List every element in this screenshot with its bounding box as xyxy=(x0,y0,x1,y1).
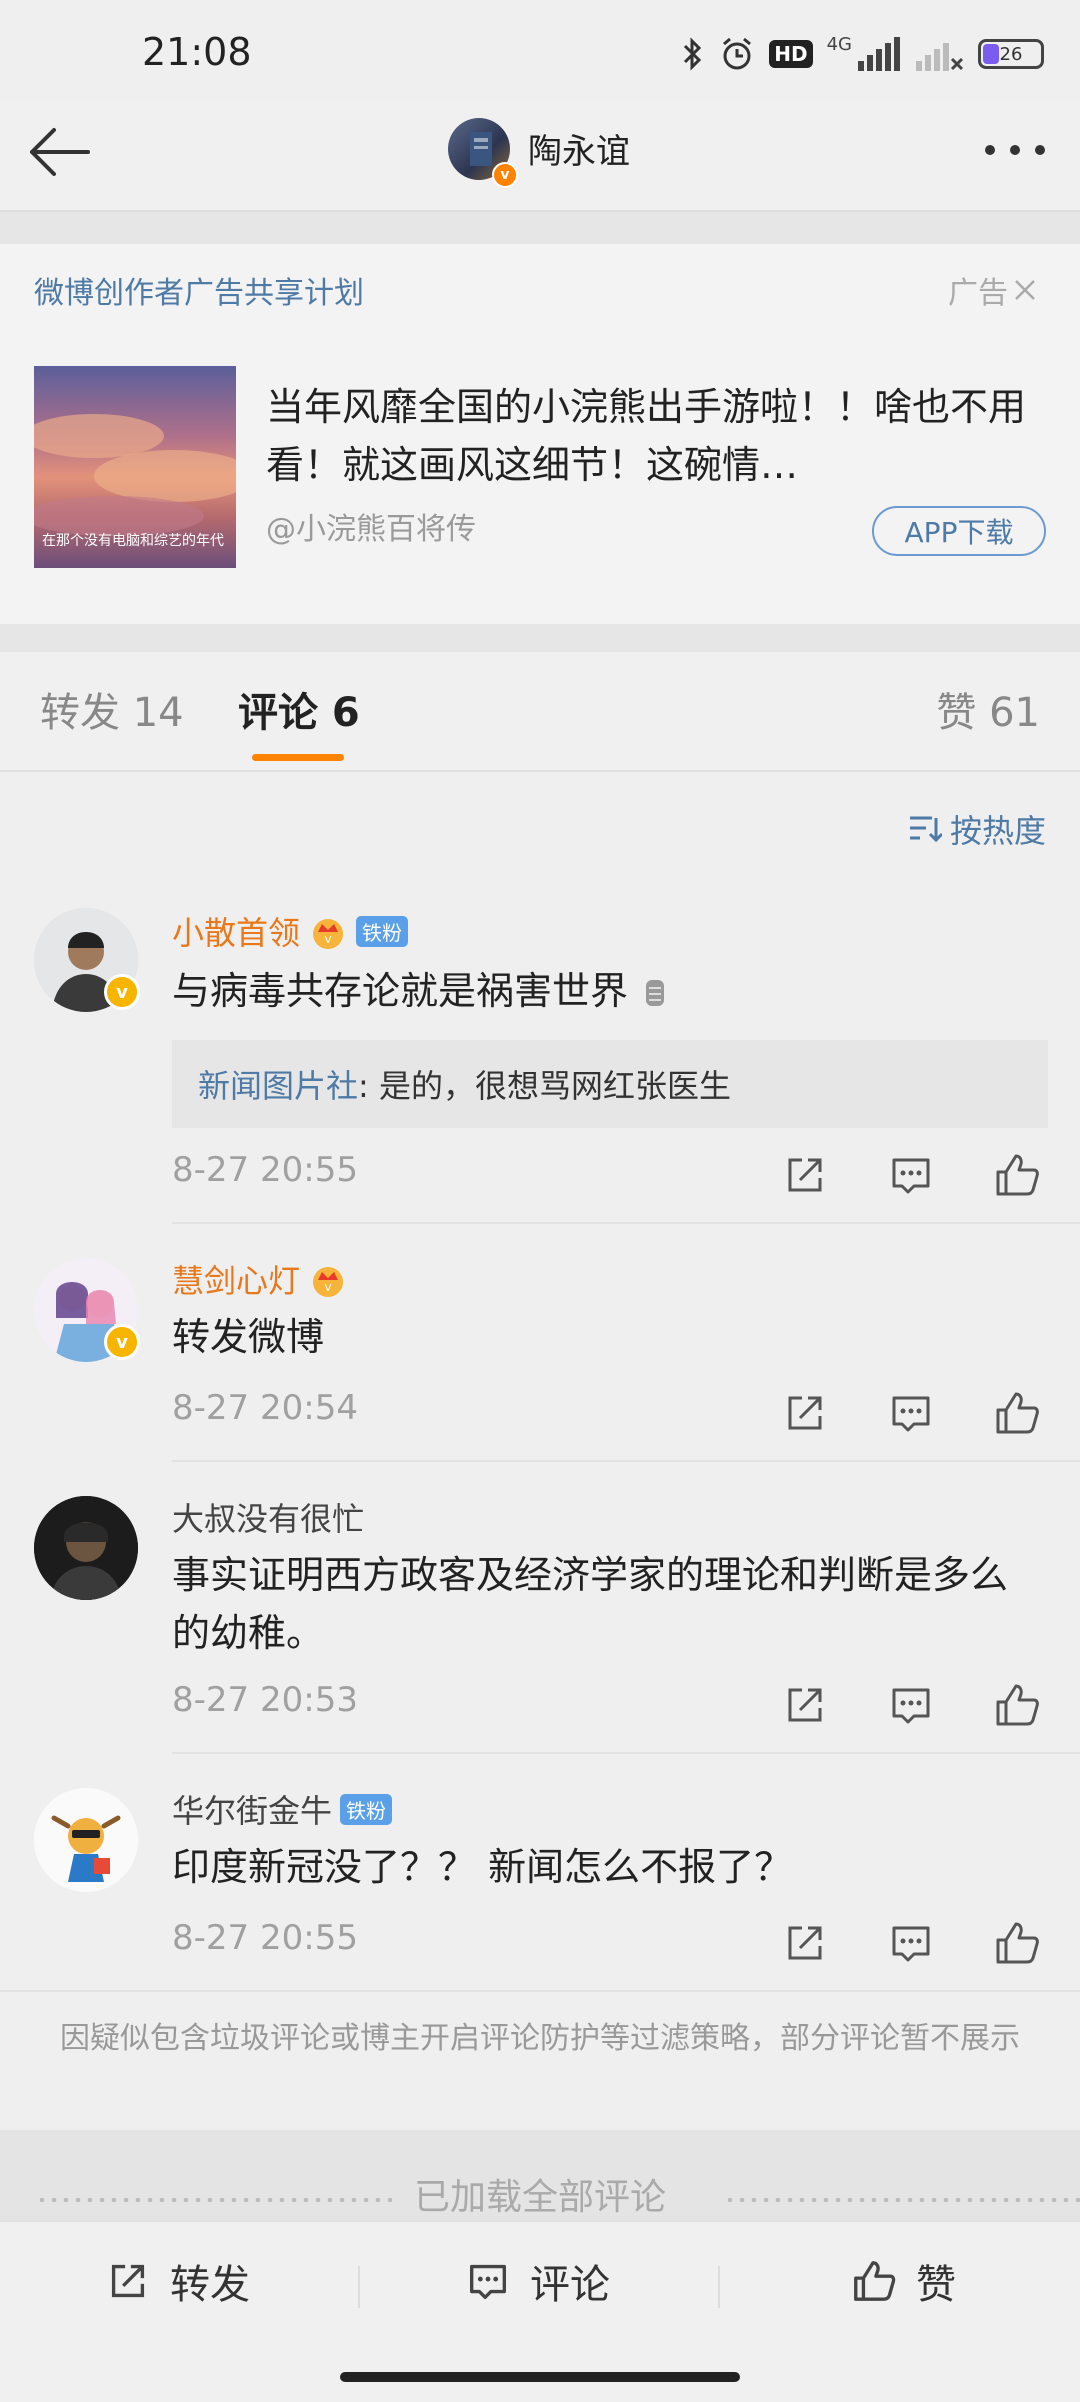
comment-time: 8-27 20:55 xyxy=(172,1918,358,1958)
ad-label-text: 广告 xyxy=(948,276,1008,311)
sort-icon xyxy=(909,816,942,843)
battery-level: 26 xyxy=(999,43,1023,65)
home-indicator[interactable] xyxy=(340,2372,740,2382)
active-tab-indicator xyxy=(252,754,344,761)
comment-author[interactable]: 华尔街金牛 铁粉 xyxy=(172,1786,393,1832)
share-icon[interactable] xyxy=(780,1680,830,1730)
comment-author[interactable]: 慧剑心灯 V xyxy=(172,1256,348,1302)
tab-comment[interactable]: 评论 6 xyxy=(238,680,360,738)
comment-icon[interactable] xyxy=(886,1680,936,1730)
status-icons: HD 4G 26 xyxy=(681,34,1044,74)
repost-label: 转发 xyxy=(170,2262,250,2308)
bluetooth-icon xyxy=(684,37,702,71)
app-download-button[interactable]: APP下载 xyxy=(872,506,1046,556)
comment-text: 与病毒共存论就是祸害世界 xyxy=(172,962,1040,1020)
battery-icon: 26 xyxy=(978,39,1044,69)
comment-author-name[interactable]: 华尔街金牛 xyxy=(172,1786,332,1832)
comment-divider xyxy=(172,1752,1080,1754)
comment-divider xyxy=(172,1460,1080,1462)
verified-badge-icon: v xyxy=(104,1324,140,1360)
all-loaded-label: 已加载全部评论 xyxy=(413,2177,666,2218)
comment-icon xyxy=(470,2264,506,2299)
comment-author-name[interactable]: 小散首领 xyxy=(172,908,300,954)
comment-button[interactable]: 评论 xyxy=(464,2252,610,2310)
reply-user[interactable]: 新闻图片社 xyxy=(198,1061,358,1107)
commenter-avatar[interactable] xyxy=(34,1788,138,1892)
commenter-avatar[interactable] xyxy=(34,1496,138,1600)
like-icon xyxy=(854,2261,896,2301)
ad-title[interactable]: 当年风靡全国的小浣熊出手游啦！！啥也不用看！就这画风这细节！这碗情… xyxy=(266,378,1036,494)
separator xyxy=(718,2266,720,2308)
back-arrow-icon[interactable] xyxy=(24,122,94,182)
like-icon[interactable] xyxy=(992,1388,1042,1438)
comment-text: 转发微博 xyxy=(172,1315,325,1359)
comment-time: 8-27 20:53 xyxy=(172,1680,358,1720)
comment-text: 事实证明西方政客及经济学家的理论和判断是多么的幼稚。 xyxy=(172,1553,1009,1655)
repost-button[interactable]: 转发 xyxy=(104,2252,250,2310)
comment-divider xyxy=(172,1222,1080,1224)
sort-button[interactable]: 按热度 xyxy=(908,806,1046,852)
reply-preview[interactable]: 新闻图片社 : 是的，很想骂网红张医生 xyxy=(172,1040,1048,1128)
ad-plan-label[interactable]: 微博创作者广告共享计划 xyxy=(34,268,364,312)
like-button[interactable]: 赞 xyxy=(850,2252,956,2310)
hd-icon: HD xyxy=(769,40,813,68)
ad-image-caption: 在那个没有电脑和综艺的年代 xyxy=(42,533,224,549)
section-gap xyxy=(0,212,1080,244)
like-icon[interactable] xyxy=(992,1150,1042,1200)
comment-time: 8-27 20:55 xyxy=(172,1150,358,1190)
comment-author-name[interactable]: 慧剑心灯 xyxy=(172,1256,300,1302)
ad-label[interactable]: 广告 xyxy=(948,268,1038,312)
comment-divider xyxy=(0,1990,1080,1992)
share-icon xyxy=(111,2264,145,2298)
share-icon[interactable] xyxy=(780,1918,830,1968)
signal-icon xyxy=(858,37,900,71)
share-icon[interactable] xyxy=(780,1150,830,1200)
signal-sim2-icon xyxy=(916,43,964,71)
comment-icon[interactable] xyxy=(886,1388,936,1438)
comment-author-name[interactable]: 大叔没有很忙 xyxy=(172,1494,364,1540)
ad-image[interactable]: 在那个没有电脑和综艺的年代 xyxy=(34,366,236,568)
section-gap xyxy=(0,624,1080,652)
crown-icon: V xyxy=(313,919,344,949)
like-label: 赞 xyxy=(916,2262,956,2308)
like-icon[interactable] xyxy=(992,1680,1042,1730)
alarm-icon xyxy=(723,37,752,70)
share-icon[interactable] xyxy=(780,1388,830,1438)
fan-badge: 铁粉 xyxy=(356,915,409,947)
crown-icon: V xyxy=(313,1267,344,1297)
fan-badge: 铁粉 xyxy=(340,1793,393,1825)
comment-label: 评论 xyxy=(530,2262,610,2308)
tab-repost[interactable]: 转发 14 xyxy=(40,680,184,738)
comment-icon[interactable] xyxy=(886,1150,936,1200)
comment-text: 印度新冠没了？？ 新闻怎么不报了？ xyxy=(172,1845,793,1889)
comment-time: 8-27 20:54 xyxy=(172,1388,358,1428)
verified-badge-icon: v xyxy=(104,974,140,1010)
tab-like[interactable]: 赞 61 xyxy=(936,680,1040,738)
ad-source[interactable]: @小浣熊百将传 xyxy=(266,504,476,548)
close-icon[interactable] xyxy=(1012,277,1038,303)
svg-text:V: V xyxy=(325,935,332,946)
verified-badge-icon: v xyxy=(492,162,518,188)
status-time: 21:08 xyxy=(142,30,252,74)
svg-text:V: V xyxy=(325,1283,332,1294)
page-title: 陶永谊 xyxy=(528,132,630,172)
reply-text: : 是的，很想骂网红张医生 xyxy=(358,1067,731,1105)
comment-icon[interactable] xyxy=(886,1918,936,1968)
filter-note: 因疑似包含垃圾评论或博主开启评论防护等过滤策略，部分评论暂不展示 xyxy=(60,2021,1020,2056)
like-icon[interactable] xyxy=(992,1918,1042,1968)
more-icon[interactable] xyxy=(980,130,1050,170)
sort-label: 按热度 xyxy=(949,812,1046,850)
network-type: 4G xyxy=(826,34,852,55)
microphone-icon xyxy=(646,979,665,1006)
separator xyxy=(358,2266,360,2308)
comment-author[interactable]: 大叔没有很忙 xyxy=(172,1494,364,1540)
comment-text-content: 与病毒共存论就是祸害世界 xyxy=(172,969,629,1013)
comment-author[interactable]: 小散首领 V 铁粉 xyxy=(172,908,409,954)
